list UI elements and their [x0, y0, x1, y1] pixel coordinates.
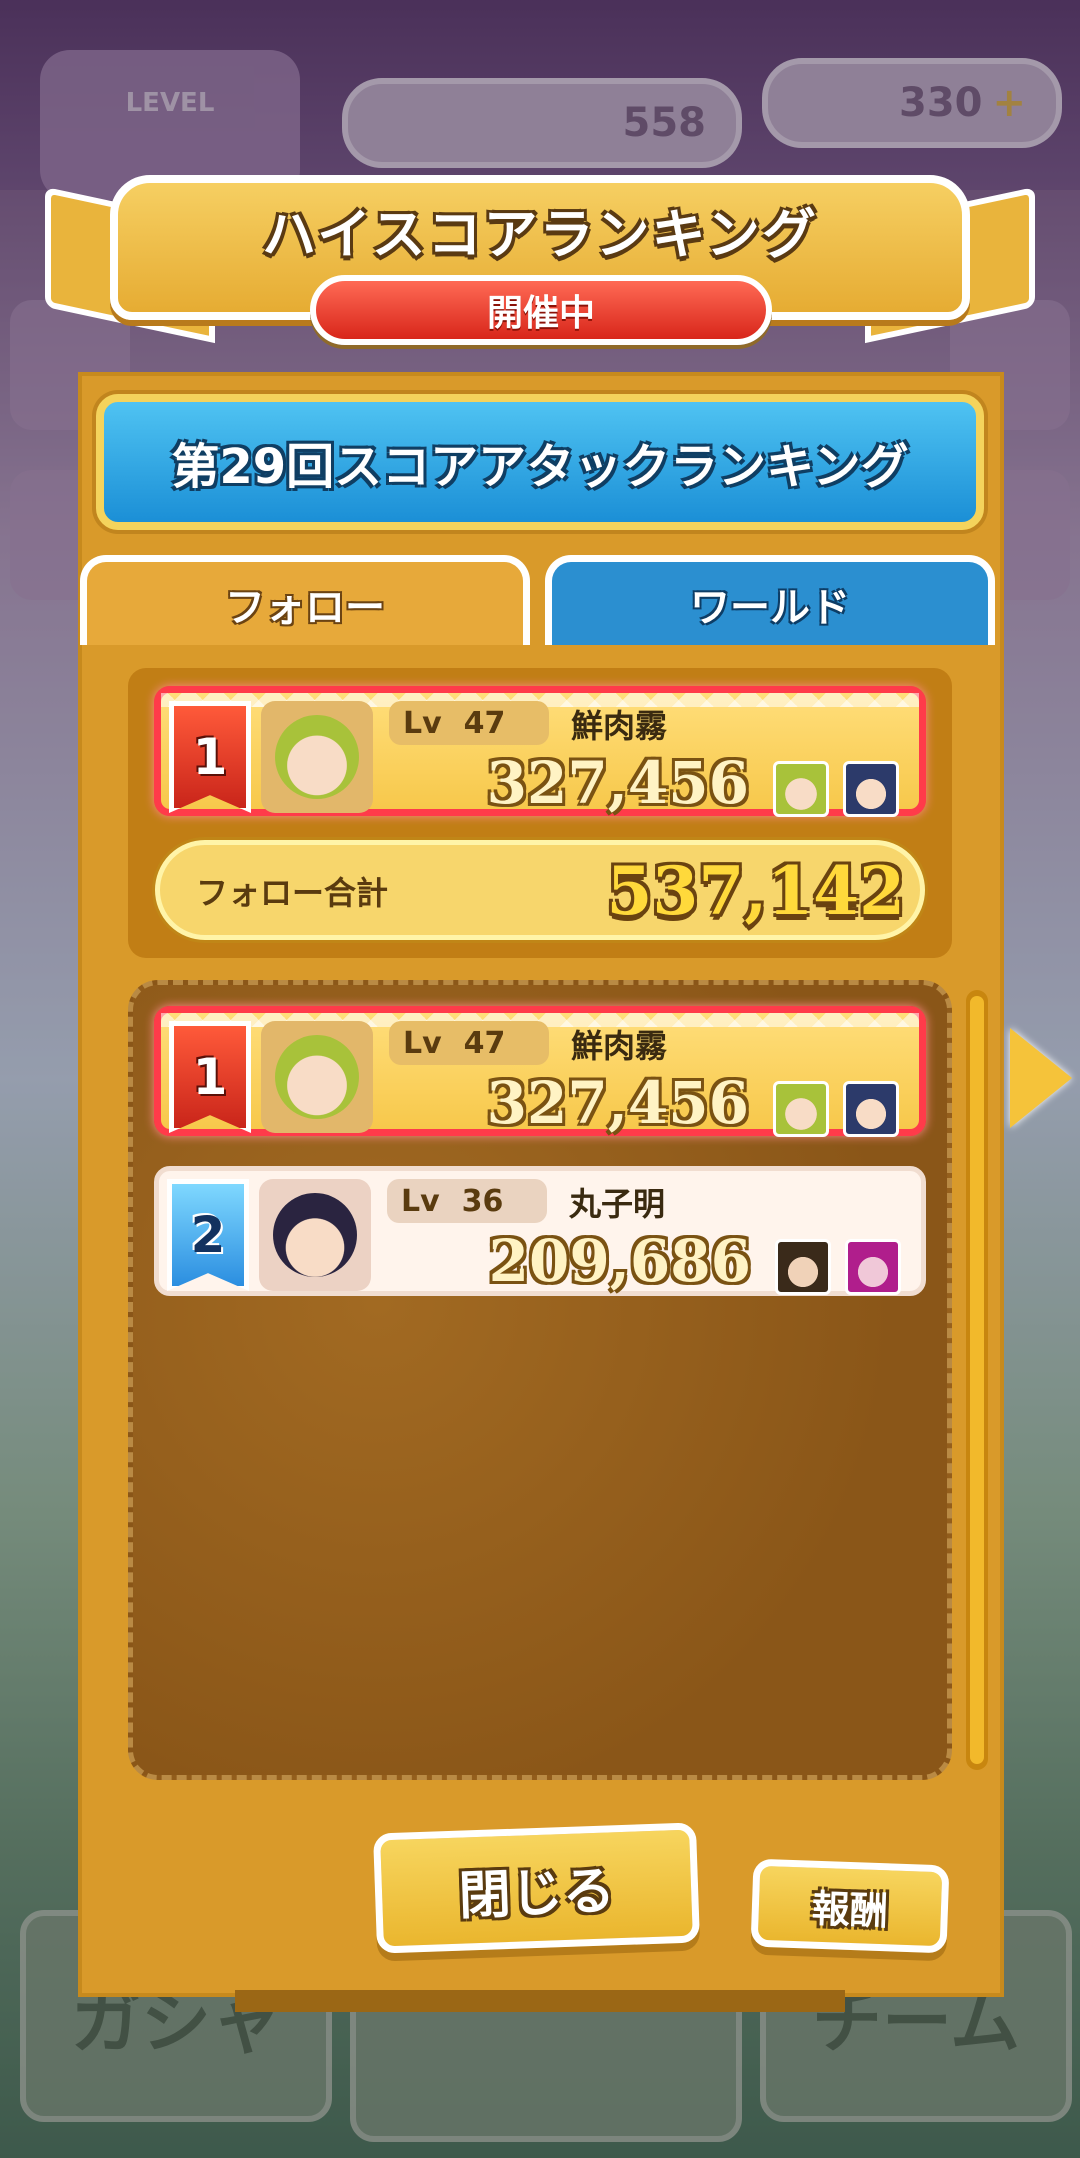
ranking-row-1[interactable]: 1 Lv 47 鮮肉霧 327,456	[154, 1006, 926, 1137]
close-button[interactable]: 閉じる	[373, 1822, 700, 1954]
avatar	[261, 1021, 373, 1133]
event-banner: 第29回スコアアタックランキング	[96, 394, 984, 530]
level-pill: Lv 47	[389, 1021, 549, 1065]
level-pill: Lv 36	[387, 1179, 547, 1223]
player-name: 鮮肉霧	[571, 707, 668, 745]
rank-number: 1	[192, 1048, 228, 1106]
character-face-icon	[275, 1035, 359, 1119]
rank-number: 2	[190, 1206, 226, 1264]
event-name: 第29回スコアアタックランキング	[171, 439, 909, 495]
tab-follow[interactable]: フォロー	[80, 555, 530, 645]
panel-shadow	[235, 1990, 845, 2012]
dialog-title: ハイスコアランキング	[262, 203, 818, 266]
rank-badge: 2	[167, 1179, 249, 1291]
my-rank-row[interactable]: 1 Lv 47 鮮肉霧 327,456	[154, 686, 926, 817]
level-value: 36	[461, 1183, 504, 1219]
status-badge: 開催中	[310, 275, 772, 345]
follow-total-value: 537,142	[606, 852, 905, 930]
close-button-label: 閉じる	[457, 1860, 616, 1927]
team-character-icon	[773, 761, 829, 817]
player-score: 327,456	[486, 1069, 749, 1137]
level-value: 47	[463, 705, 506, 741]
character-face-icon	[275, 715, 359, 799]
player-name: 丸子明	[569, 1185, 666, 1223]
player-score: 327,456	[486, 749, 749, 817]
team-character-icon	[775, 1239, 831, 1295]
follow-total-label: フォロー合計	[196, 874, 389, 912]
reward-button-label: 報酬	[811, 1886, 889, 1933]
level-pill: Lv 47	[389, 701, 549, 745]
avatar	[259, 1179, 371, 1291]
player-name: 鮮肉霧	[571, 1027, 668, 1065]
team-character-icon	[843, 1081, 899, 1137]
player-score: 209,686	[488, 1227, 751, 1295]
tab-world[interactable]: ワールド	[545, 555, 995, 645]
status-label: 開催中	[486, 293, 595, 334]
level-prefix: Lv	[403, 1025, 442, 1061]
team-character-icon	[845, 1239, 901, 1295]
level-value: 47	[463, 1025, 506, 1061]
character-face-icon	[273, 1193, 357, 1277]
reward-button[interactable]: 報酬	[750, 1858, 950, 1954]
rank-badge: 1	[169, 701, 251, 813]
next-page-arrow-icon[interactable]	[1010, 1028, 1072, 1128]
team-character-icon	[843, 761, 899, 817]
avatar	[261, 701, 373, 813]
tab-world-label: ワールド	[690, 584, 850, 631]
rank-badge: 1	[169, 1021, 251, 1133]
level-prefix: Lv	[403, 705, 442, 741]
ranking-row-2[interactable]: 2 Lv 36 丸子明 209,686	[154, 1166, 926, 1296]
team-character-icon	[773, 1081, 829, 1137]
rank-number: 1	[192, 728, 228, 786]
scrollbar-thumb[interactable]	[970, 996, 984, 1764]
tab-follow-label: フォロー	[225, 584, 385, 631]
level-prefix: Lv	[401, 1183, 440, 1219]
